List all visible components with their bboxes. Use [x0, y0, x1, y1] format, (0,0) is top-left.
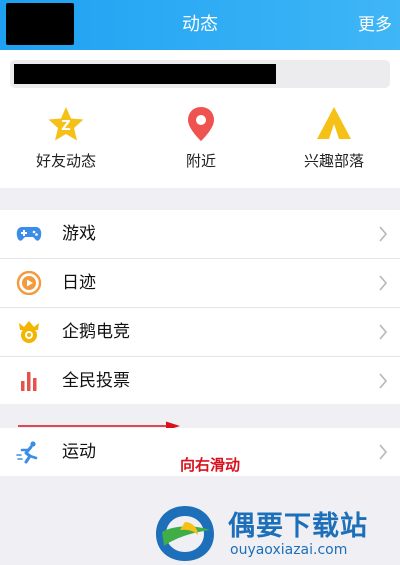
chevron-right-icon [379, 226, 388, 242]
quick-link-nearby[interactable]: 附近 [141, 104, 261, 174]
more-button[interactable]: 更多 [358, 0, 392, 50]
quick-link-label: 好友动态 [35, 152, 96, 170]
quick-link-label: 兴趣部落 [303, 152, 364, 170]
quick-link-interest-tribe[interactable]: 兴趣部落 [274, 104, 394, 174]
svg-text:Z: Z [61, 119, 70, 134]
header-bar: 动态 更多 [0, 0, 400, 50]
location-pin-icon [188, 107, 214, 141]
page-title: 动态 [182, 14, 218, 35]
top-section: Z 好友动态 附近 兴趣部落 [0, 50, 400, 188]
watermark: 偶要下载站 ouyaoxiazai.com [150, 496, 400, 565]
list-item-label: 运动 [62, 442, 96, 462]
bar-chart-icon [21, 372, 37, 391]
running-icon [16, 441, 38, 464]
play-circle-icon [16, 271, 42, 295]
feature-list: 游戏 日迹 企鹅电竞 全民投票 [0, 210, 400, 404]
list-item-esports[interactable]: 企鹅电竞 [0, 308, 400, 357]
list-item-label: 全民投票 [62, 371, 130, 391]
swipe-right-annotation: 向右滑动 [180, 456, 241, 474]
chevron-right-icon [379, 444, 388, 460]
watermark-logo-icon [156, 506, 214, 561]
list-item-label: 游戏 [62, 224, 96, 244]
quick-link-friend-feed[interactable]: Z 好友动态 [6, 104, 126, 174]
watermark-title: 偶要下载站 [228, 511, 368, 542]
quick-link-label: 附近 [185, 152, 216, 170]
tent-icon [317, 107, 351, 139]
list-item-vote[interactable]: 全民投票 [0, 357, 400, 405]
list-item-label: 企鹅电竞 [62, 322, 130, 342]
esports-badge-icon [19, 321, 39, 343]
list-item-daily-trace[interactable]: 日迹 [0, 259, 400, 308]
chevron-right-icon [379, 275, 388, 291]
chevron-right-icon [379, 373, 388, 389]
list-item-games[interactable]: 游戏 [0, 210, 400, 259]
list-item-label: 日迹 [62, 273, 96, 293]
star-q-icon: Z [48, 107, 84, 141]
gamepad-icon [16, 227, 42, 241]
chevron-right-icon [379, 324, 388, 340]
redacted-text [14, 64, 276, 84]
search-bar[interactable] [10, 60, 390, 88]
watermark-url: ouyaoxiazai.com [230, 542, 348, 558]
